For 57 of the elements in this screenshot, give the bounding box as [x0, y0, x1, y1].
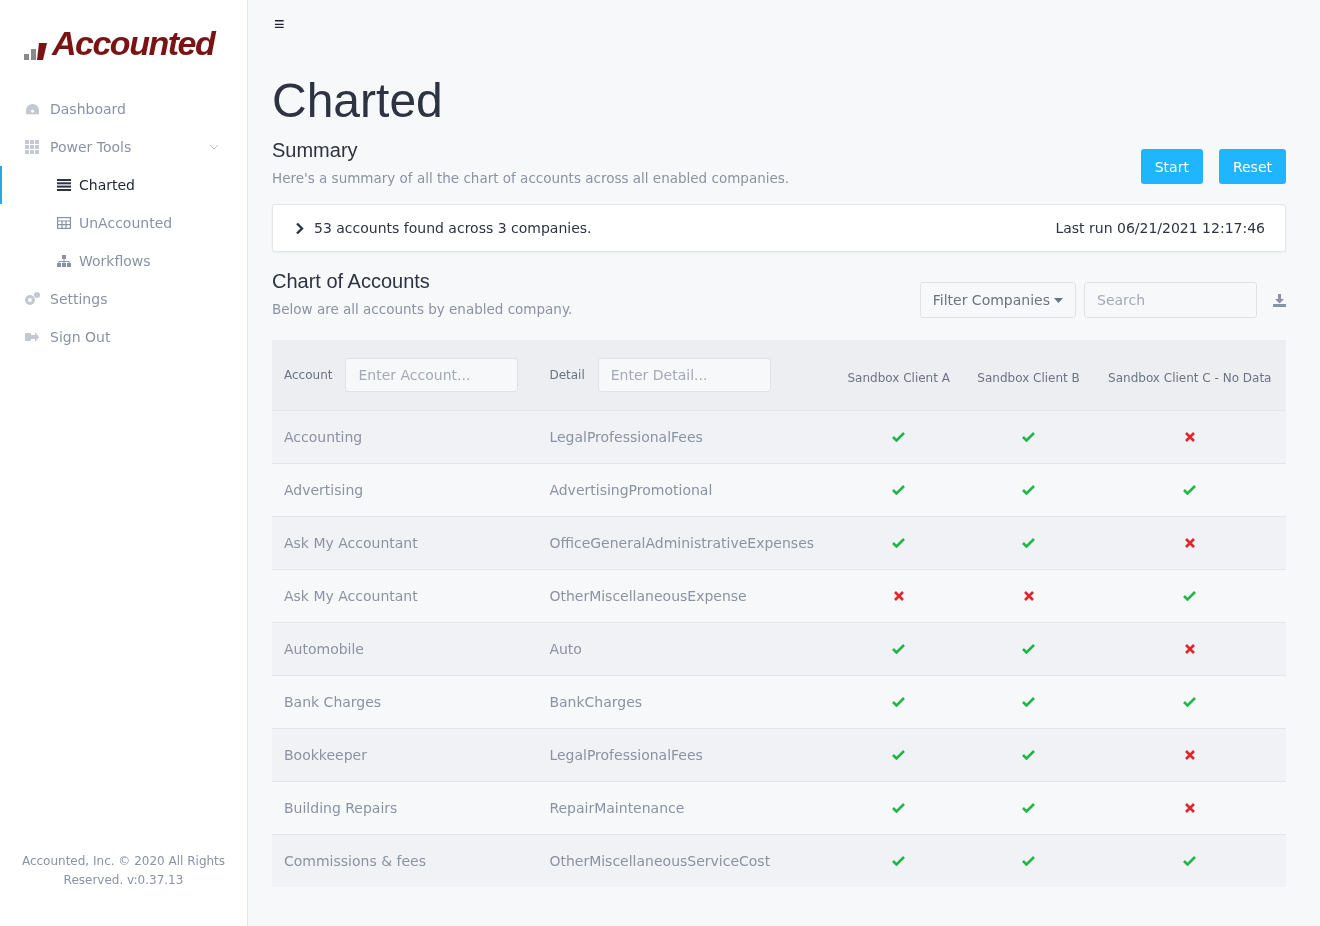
last-run-text: Last run 06/21/2021 12:17:46	[1055, 220, 1265, 236]
sidebar-item[interactable]: Power Tools	[0, 128, 247, 166]
column-header: Sandbox Client C - No Data	[1108, 370, 1272, 385]
account-filter-field[interactable]: Enter Account...	[345, 357, 519, 392]
table-cell: LegalProfessionalFees	[549, 428, 703, 445]
caret-icon	[1054, 297, 1063, 303]
column-header: Account	[284, 367, 333, 382]
table-cell: AdvertisingPromotional	[549, 481, 713, 498]
sidebar-subitem[interactable]: Charted	[0, 166, 247, 204]
sidebar-item[interactable]: Dashboard	[0, 90, 247, 128]
column-header: Sandbox Client A	[847, 370, 950, 385]
filter-dropdown[interactable]: Filter Companies	[919, 282, 1076, 318]
section-description: Here's a summary of all the chart of accounts across all enabled companies.	[272, 170, 790, 186]
expand-toggle[interactable]	[295, 221, 304, 235]
table-cell: Auto	[549, 640, 582, 657]
section-title: Summary	[272, 139, 359, 162]
sidebar-item[interactable]: Sign Out	[0, 318, 247, 356]
logo-text: Accounted	[52, 26, 215, 60]
detail-filter-field[interactable]: Enter Detail...	[597, 357, 771, 392]
table-cell: Ask My Accountant	[284, 587, 418, 604]
table-cell: Bank Charges	[284, 693, 382, 710]
chevron-icon	[295, 221, 304, 235]
gears-icon	[24, 292, 40, 306]
table-cell: Building Repairs	[284, 799, 398, 816]
table-cell: BankCharges	[549, 693, 643, 710]
grid-icon	[25, 140, 39, 154]
footer-text: Accounted, Inc. © 2020 All Rights Reserved. v:0.37.13	[20, 853, 227, 889]
table-cell: Automobile	[284, 640, 364, 657]
sitemap-icon	[57, 255, 71, 267]
table-cell: OtherMiscellaneousExpense	[549, 587, 747, 604]
table-cell: RepairMaintenance	[549, 799, 685, 816]
download-icon	[1273, 293, 1286, 307]
sidebar-subitem[interactable]: Workflows	[0, 242, 247, 280]
sidebar-subitem[interactable]: UnAccounted	[0, 204, 247, 242]
column-header: Detail	[549, 367, 585, 382]
table-cell: OtherMiscellaneousServiceCost	[549, 852, 771, 869]
table-cell: Advertising	[284, 481, 364, 498]
result-text: 53 accounts found across 3 companies.	[314, 220, 592, 236]
section-description: Below are all accounts by enabled company.	[272, 301, 573, 317]
table-cell: LegalProfessionalFees	[549, 746, 703, 763]
action-button[interactable]: Reset	[1218, 149, 1286, 184]
table-cell: Accounting	[284, 428, 363, 445]
table-cell: Bookkeeper	[284, 746, 367, 763]
table-icon	[57, 217, 71, 229]
sidebar-item[interactable]: Settings	[0, 280, 247, 318]
section-title: Chart of Accounts	[272, 270, 431, 293]
sign-out-icon	[25, 331, 39, 343]
menu-button[interactable]: ≡	[274, 14, 285, 35]
search-field[interactable]: Search	[1084, 282, 1257, 318]
table-cell: Commissions & fees	[284, 852, 426, 869]
list-icon	[57, 179, 71, 191]
dashboard-gauge-icon	[24, 102, 40, 116]
action-button[interactable]: Start	[1140, 149, 1203, 184]
column-header: Sandbox Client B	[977, 370, 1080, 385]
page-title: Charted	[272, 73, 444, 129]
table-cell: Ask My Accountant	[284, 534, 418, 551]
table-cell: OfficeGeneralAdministrativeExpenses	[549, 534, 815, 551]
